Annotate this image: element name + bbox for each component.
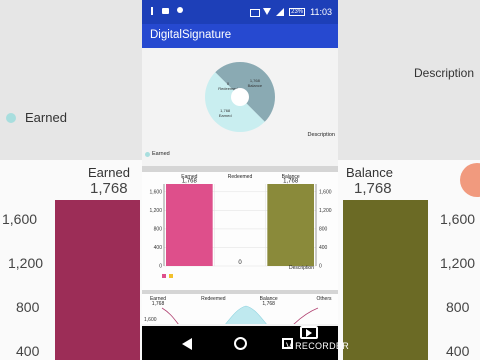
line-series-earned <box>161 307 181 327</box>
bar-legend-swatch <box>162 274 166 278</box>
line-chart-panel[interactable]: Earned 1,768 Redeemed Balance 1,768 Others 1,6… <box>142 294 338 327</box>
wifi-icon <box>263 8 272 16</box>
bar-y-tick-right: 800 <box>319 226 328 232</box>
recorder-watermark: V RECORDER <box>286 326 349 352</box>
app-bar: DigitalSignature <box>142 24 338 48</box>
bar-balance <box>267 184 314 266</box>
pie-description: Description <box>307 132 335 138</box>
status-time: 11:03 <box>310 7 332 17</box>
bar-value-label: 1,768 <box>283 179 299 185</box>
bg-tick-left: 1,600 <box>2 211 38 227</box>
usb-icon <box>148 7 156 15</box>
phone-screen: 23% 11:03 DigitalSignature 1,768 Balance 1… <box>142 0 338 360</box>
recorder-label: V RECORDER <box>286 341 350 351</box>
pie-chart-panel[interactable]: 1,768 Balance 1,768 Earned 0 Redeemed <box>142 48 338 166</box>
bar-category-label: Redeemed <box>228 174 253 180</box>
pie-hole <box>231 88 249 106</box>
line-chart[interactable]: Earned1,768Redeemed Balance1,768Others1,6… <box>142 294 338 327</box>
line-value-label: 1,768 <box>152 301 165 307</box>
bg-tick-right: 800 <box>446 299 470 315</box>
bar-y-tick-right: 0 <box>319 264 322 270</box>
location-pin-icon <box>176 7 184 15</box>
status-bar: 23% 11:03 <box>142 0 338 24</box>
back-icon[interactable] <box>182 338 192 350</box>
bar-y-tick-right: 400 <box>319 245 328 251</box>
line-value-label: 1,768 <box>262 301 275 307</box>
bg-tick-right: 400 <box>446 343 470 359</box>
home-icon[interactable] <box>234 337 247 350</box>
pie-slice-label: Earned <box>219 113 232 118</box>
bg-legend-dot <box>6 113 16 123</box>
bg-col-label-left: Earned <box>88 165 130 180</box>
bg-tick-left: 1,200 <box>8 255 44 271</box>
bg-legend-label: Earned <box>25 110 67 125</box>
pie-slice-label: Balance <box>248 83 263 88</box>
bg-tick-left: 400 <box>16 343 40 359</box>
line-area-balance <box>223 305 269 327</box>
bar-y-tick-left: 400 <box>154 245 163 251</box>
line-category-label: Others <box>316 296 332 302</box>
bar-chart[interactable]: 0 0400 400800 8001,200 1,2001,600 1,600Earned… <box>142 172 338 290</box>
line-category-label: Redeemed <box>201 296 226 302</box>
signal-icon <box>276 8 285 16</box>
bg-bar-balance <box>343 200 428 360</box>
line-y-tick: 1,600 <box>144 317 157 323</box>
cast-icon <box>250 8 261 17</box>
battery-level: 23% <box>289 8 306 16</box>
app-title: DigitalSignature <box>150 29 232 41</box>
bg-tick-right: 1,600 <box>440 211 476 227</box>
bar-chart-panel[interactable]: 0 0 400 400 800 800 1,200 1,200 1,600 1,600 Earned… <box>142 172 338 290</box>
bg-col-label-right: Balance <box>346 165 393 180</box>
bar-description: Description <box>289 265 314 271</box>
bar-y-tick-right: 1,200 <box>319 208 332 214</box>
pie-chart[interactable]: 1,768Balance1,768Earned0Redeemed <box>142 48 338 166</box>
bar-legend-swatch <box>169 274 173 278</box>
bar-y-tick-left: 800 <box>154 226 163 232</box>
video-camera-icon <box>162 7 170 15</box>
bar-value-label: 1,768 <box>182 179 198 185</box>
bg-tick-right: 1,200 <box>440 255 476 271</box>
bar-y-tick-left: 1,600 <box>149 189 162 195</box>
bg-col-value-right: 1,768 <box>354 180 392 197</box>
bg-description-label: Description <box>414 66 475 80</box>
pie-legend-swatch <box>145 152 150 157</box>
bg-col-value-left: 1,768 <box>90 180 128 197</box>
bar-y-tick-right: 1,600 <box>319 189 332 195</box>
pie-legend-label: Earned <box>152 151 170 157</box>
bar-y-tick-left: 0 <box>159 264 162 270</box>
recorder-icon <box>300 326 318 339</box>
bar-earned <box>166 184 213 266</box>
bg-bar-earned <box>55 200 140 360</box>
bar-value-label: 0 <box>238 260 242 266</box>
bg-tick-left: 800 <box>16 299 40 315</box>
bar-y-tick-left: 1,200 <box>149 208 162 214</box>
line-series-others <box>291 307 319 327</box>
